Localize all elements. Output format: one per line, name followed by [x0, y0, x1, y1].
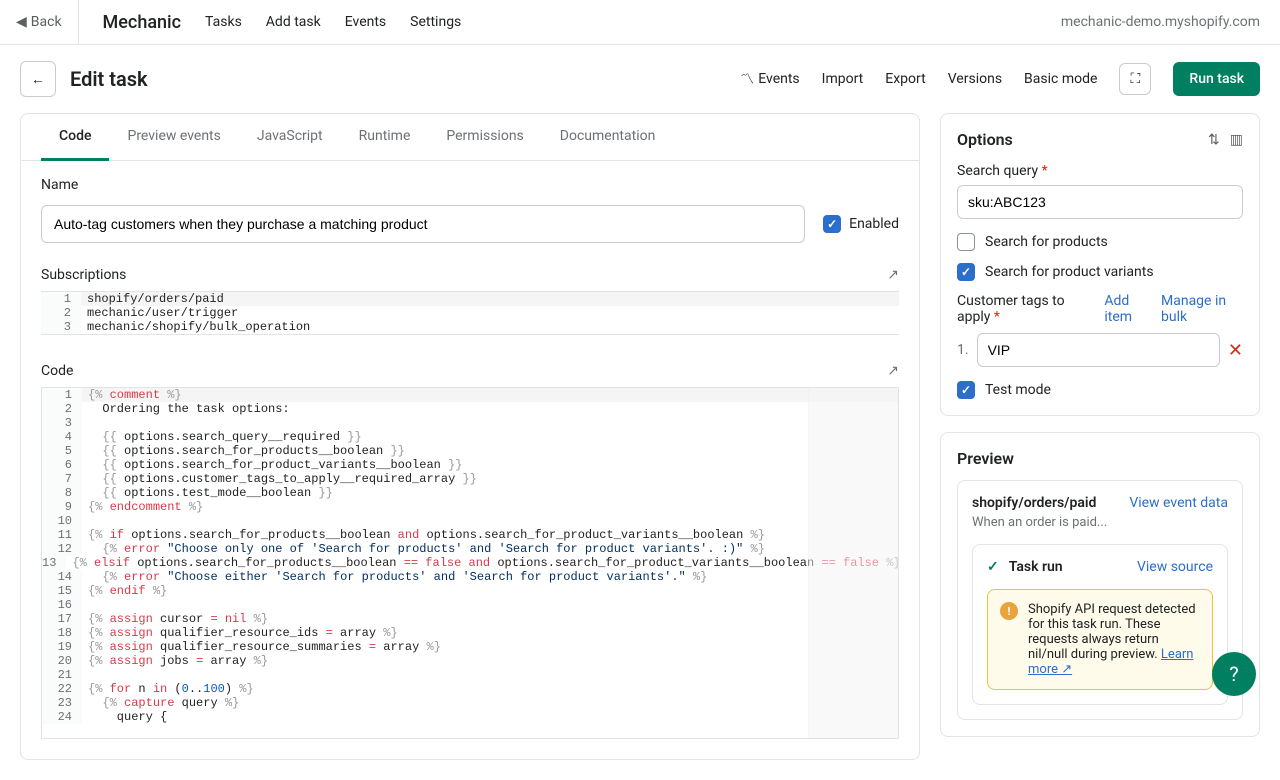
view-event-data-link[interactable]: View event data [1129, 495, 1228, 511]
required-indicator: * [994, 309, 1000, 325]
search-products-checkbox[interactable] [957, 233, 975, 251]
tab-permissions[interactable]: Permissions [428, 114, 541, 160]
preview-event-desc: When an order is paid... [972, 515, 1228, 530]
back-icon: ◀ [16, 14, 27, 30]
enabled-label: Enabled [849, 216, 899, 232]
preview-panel: Preview shopify/orders/paid View event d… [940, 432, 1260, 737]
add-item-link[interactable]: Add item [1104, 293, 1153, 325]
search-query-label: Search query [957, 163, 1038, 179]
back-label: Back [31, 14, 62, 30]
activity-icon: 〽 [740, 69, 754, 89]
basic-mode-action[interactable]: Basic mode [1024, 71, 1097, 87]
fullscreen-button[interactable]: ⛶ [1119, 63, 1151, 95]
code-popout-icon[interactable]: ↗ [887, 363, 899, 379]
tab-documentation[interactable]: Documentation [542, 114, 674, 160]
name-label: Name [41, 177, 899, 193]
subscriptions-label: Subscriptions [41, 267, 126, 283]
view-source-link[interactable]: View source [1137, 559, 1213, 575]
check-icon: ✓ [987, 559, 999, 575]
options-title: Options [957, 130, 1013, 149]
delete-tag-button[interactable]: ✕ [1228, 340, 1243, 361]
search-products-label: Search for products [985, 234, 1108, 250]
manage-bulk-link[interactable]: Manage in bulk [1161, 293, 1243, 325]
code-editor[interactable]: 1{% comment %} 2 Ordering the task optio… [42, 388, 898, 738]
options-panel: Options ⇅ ▥ Search query * Search for pr… [940, 113, 1260, 416]
code-label: Code [41, 363, 73, 379]
nav-tasks[interactable]: Tasks [205, 14, 242, 30]
search-variants-label: Search for product variants [985, 264, 1154, 280]
help-icon: ? [1229, 662, 1238, 686]
preview-event-name: shopify/orders/paid [972, 495, 1096, 511]
search-variants-checkbox[interactable] [957, 263, 975, 281]
export-action[interactable]: Export [885, 71, 925, 87]
tag-input[interactable] [977, 333, 1220, 367]
task-name-input[interactable] [41, 205, 805, 243]
events-label: Events [758, 71, 799, 87]
help-fab[interactable]: ? [1212, 652, 1256, 696]
columns-icon[interactable]: ▥ [1230, 132, 1243, 148]
nav-add-task[interactable]: Add task [266, 14, 321, 30]
nav-events[interactable]: Events [345, 14, 386, 30]
task-run-label: Task run [1009, 559, 1063, 575]
nav-settings[interactable]: Settings [410, 14, 461, 30]
minimap[interactable] [808, 388, 898, 738]
tab-javascript[interactable]: JavaScript [239, 114, 341, 160]
preview-title: Preview [957, 449, 1243, 468]
brand-logo: Mechanic [103, 12, 182, 33]
test-mode-checkbox[interactable] [957, 381, 975, 399]
tab-preview-events[interactable]: Preview events [109, 114, 238, 160]
test-mode-label: Test mode [985, 382, 1051, 398]
required-indicator: * [1042, 163, 1048, 179]
enabled-checkbox[interactable] [823, 215, 841, 233]
back-button[interactable]: ◀ Back [0, 0, 79, 44]
tab-code[interactable]: Code [41, 114, 109, 161]
expand-icon: ⛶ [1131, 71, 1141, 87]
page-title: Edit task [70, 67, 148, 91]
warning-icon: ! [1000, 602, 1018, 620]
versions-action[interactable]: Versions [948, 71, 1002, 87]
back-arrow-button[interactable]: ← [20, 61, 56, 97]
sort-icon[interactable]: ⇅ [1208, 132, 1220, 148]
subscriptions-editor[interactable]: 1shopify/orders/paid 2mechanic/user/trig… [41, 291, 899, 335]
events-action[interactable]: 〽 Events [740, 69, 799, 89]
run-task-button[interactable]: Run task [1173, 62, 1260, 96]
tags-label: Customer tags to apply [957, 293, 1065, 325]
tab-runtime[interactable]: Runtime [341, 114, 429, 160]
tag-number: 1. [957, 342, 969, 358]
arrow-left-icon: ← [31, 71, 45, 88]
shop-url: mechanic-demo.myshopify.com [1061, 14, 1260, 30]
search-query-input[interactable] [957, 185, 1243, 219]
popout-icon[interactable]: ↗ [887, 267, 899, 283]
import-action[interactable]: Import [822, 71, 864, 87]
